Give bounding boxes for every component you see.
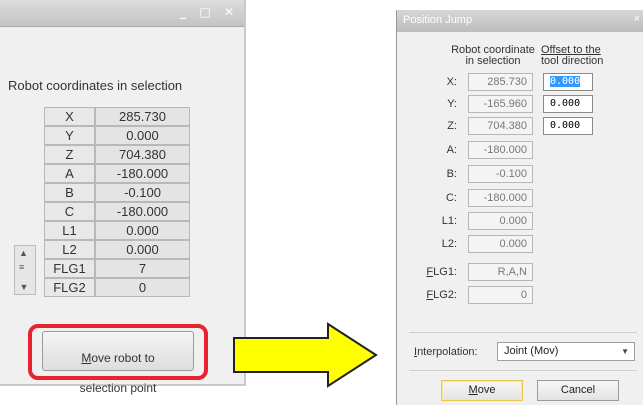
row-value: 7 <box>95 259 190 278</box>
a-label: A: <box>446 144 457 156</box>
row-label: L1 <box>44 221 95 240</box>
y-value-field: -165.960 <box>468 95 533 113</box>
x-offset-field[interactable]: 0.000 <box>543 73 593 91</box>
coordinates-table: X 285.730 Y 0.000 Z 704.380 A -180.000 B -0.1… <box>44 107 190 297</box>
row-value: 704.380 <box>95 145 190 164</box>
a-value-field: -180.000 <box>468 141 533 159</box>
row-label: FLG2 <box>44 278 95 297</box>
z-value-field: 704.380 <box>468 117 533 135</box>
row-label: L2 <box>44 240 95 259</box>
position-jump-dialog: Position Jump × Robot coordinate in sele… <box>396 10 643 405</box>
close-icon[interactable]: ✕ <box>222 5 236 19</box>
header-line: in selection <box>465 55 521 67</box>
table-row[interactable]: X 285.730 <box>44 107 190 126</box>
scroll-thumb-icon[interactable]: ≡ <box>19 262 24 272</box>
table-row[interactable]: B -0.100 <box>44 183 190 202</box>
x-label: X: <box>446 76 457 88</box>
row-value: -0.100 <box>95 183 190 202</box>
interpolation-select[interactable]: Joint (Mov) ▼ <box>497 342 635 361</box>
move-robot-label-line1: ove robot to <box>91 351 155 365</box>
y-label: Y: <box>447 98 457 110</box>
row-label: A <box>44 164 95 183</box>
table-row[interactable]: Z 704.380 <box>44 145 190 164</box>
table-row[interactable]: L1 0.000 <box>44 221 190 240</box>
flg2-value-field: 0 <box>468 286 533 304</box>
flg1-label: FLG1: <box>407 266 457 278</box>
flg2-label-text: LG2: <box>433 289 457 301</box>
interpolation-value: Joint (Mov) <box>504 345 559 357</box>
scroll-down-icon[interactable]: ▼ <box>14 282 34 298</box>
table-row[interactable]: C -180.000 <box>44 202 190 221</box>
table-row[interactable]: A -180.000 <box>44 164 190 183</box>
arrow-shape <box>233 322 378 388</box>
table-row[interactable]: FLG1 7 <box>44 259 190 278</box>
robot-coordinates-panel: _ □ ✕ Robot coordinates in selection X 28… <box>0 0 246 395</box>
row-value: -180.000 <box>95 202 190 221</box>
row-value: 0 <box>95 278 190 297</box>
row-label: FLG1 <box>44 259 95 278</box>
b-label: B: <box>446 168 457 180</box>
dialog-titlebar: Position Jump × <box>397 10 643 32</box>
move-button[interactable]: Move <box>441 380 523 401</box>
move-robot-button[interactable]: Move robot to selection point <box>42 331 194 395</box>
row-value: -180.000 <box>95 164 190 183</box>
move-label: ove <box>477 384 496 396</box>
move-robot-mnemonic: M <box>81 351 92 365</box>
l1-label: L1: <box>441 215 457 227</box>
maximize-icon[interactable]: □ <box>198 5 212 19</box>
z-label: Z: <box>447 120 457 132</box>
row-label: B <box>44 183 95 202</box>
l2-value-field: 0.000 <box>468 235 533 253</box>
interpolation-label: Interpolation: <box>414 346 478 358</box>
row-value: 285.730 <box>95 107 190 126</box>
move-mnemonic: M <box>468 384 478 396</box>
row-label: C <box>44 202 95 221</box>
l1-value-field: 0.000 <box>468 212 533 230</box>
row-label: X <box>44 107 95 126</box>
flg1-label-text: LG1: <box>433 266 457 278</box>
flg2-label: FLG2: <box>407 289 457 301</box>
move-robot-label-line2: selection point <box>79 381 157 395</box>
header-line: tool direction <box>541 55 604 67</box>
c-value-field: -180.000 <box>468 189 533 207</box>
interpolation-label-text: nterpolation: <box>417 346 478 358</box>
scroll-up-icon[interactable]: ▲ <box>19 248 28 258</box>
chevron-down-icon[interactable]: ▼ <box>621 343 629 360</box>
offset-header: Offset to the tool direction <box>541 45 617 67</box>
table-row[interactable]: FLG2 0 <box>44 278 190 297</box>
y-offset-field[interactable]: 0.000 <box>543 95 593 113</box>
table-row[interactable]: Y 0.000 <box>44 126 190 145</box>
robot-coordinate-header: Robot coordinate in selection <box>445 45 541 67</box>
cancel-button[interactable]: Cancel <box>537 380 619 401</box>
row-value: 0.000 <box>95 240 190 259</box>
right-arrow-icon <box>233 322 378 388</box>
divider <box>409 370 637 371</box>
z-offset-field[interactable]: 0.000 <box>543 117 593 135</box>
row-label: Z <box>44 145 95 164</box>
c-label: C: <box>446 192 457 204</box>
divider <box>409 332 637 333</box>
panel-heading: Robot coordinates in selection <box>8 78 183 93</box>
minimize-icon[interactable]: _ <box>176 5 190 19</box>
dialog-title: Position Jump <box>403 14 473 26</box>
b-value-field: -0.100 <box>468 165 533 183</box>
table-row[interactable]: L2 0.000 <box>44 240 190 259</box>
x-offset-value: 0.000 <box>550 76 581 87</box>
row-label: Y <box>44 126 95 145</box>
row-value: 0.000 <box>95 126 190 145</box>
left-titlebar: _ □ ✕ <box>0 0 244 27</box>
close-icon[interactable]: × <box>634 13 640 25</box>
flg1-value-field: R,A,N <box>468 263 533 281</box>
x-value-field: 285.730 <box>468 73 533 91</box>
l2-label: L2: <box>441 238 457 250</box>
row-value: 0.000 <box>95 221 190 240</box>
